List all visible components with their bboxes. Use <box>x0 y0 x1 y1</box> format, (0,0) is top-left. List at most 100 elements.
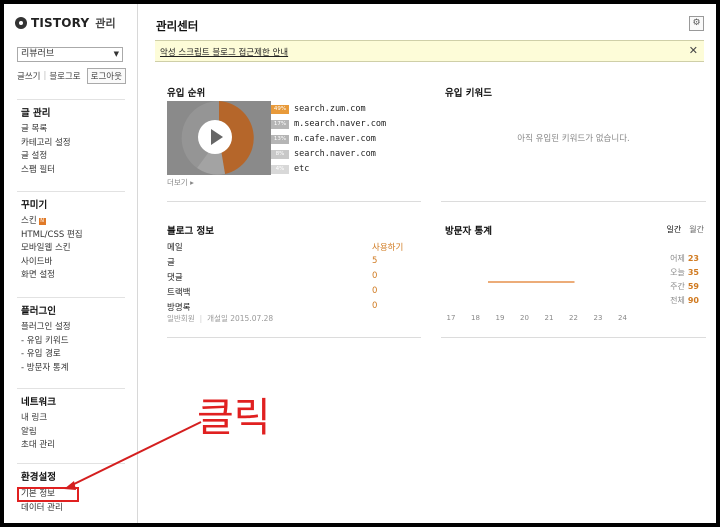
x-tick-label: 21 <box>545 314 554 322</box>
close-icon[interactable]: ✕ <box>689 44 698 57</box>
brand-name: TISTORY <box>31 16 90 30</box>
blog-info-value[interactable]: 사용하기 <box>372 241 403 253</box>
menu-group-plugins: 플러그인 플러그인 설정 - 유입 키워드 - 유입 경로 - 방문자 통계 <box>4 297 138 376</box>
blog-select[interactable]: 리뷰러브 ▼ <box>17 47 123 62</box>
divider <box>17 388 125 389</box>
sidebar-item-basic-info[interactable]: 기본 정보 <box>17 487 79 502</box>
sidebar-item-screen[interactable]: 화면 설정 <box>21 269 138 283</box>
created-date: 개설일 2015.07.28 <box>207 314 274 323</box>
sidebar-item-post-settings[interactable]: 글 설정 <box>21 150 138 164</box>
blog-meta: 일반회원 | 개설일 2015.07.28 <box>167 313 273 324</box>
referrer-title: 유입 순위 <box>167 88 206 99</box>
member-type: 일반회원 <box>167 314 195 323</box>
divider <box>17 463 125 464</box>
menu-group-title: 글 관리 <box>21 108 51 119</box>
sidebar-item-html-css[interactable]: HTML/CSS 편집 <box>21 229 138 243</box>
referrer-row[interactable]: 13% m.cafe.naver.com <box>271 133 376 145</box>
chevron-down-icon: ▼ <box>113 50 119 58</box>
admin-label: 관리 <box>95 17 116 30</box>
sidebar-item-category[interactable]: 카테고리 설정 <box>21 137 138 151</box>
divider <box>17 99 125 100</box>
write-link[interactable]: 글쓰기 <box>17 70 40 82</box>
x-tick-label: 17 <box>447 314 456 322</box>
main-content: 관리센터 ⚙ 악성 스크립트 블로그 접근제한 안내 ✕ 유입 순위 더보기 ▸… <box>139 4 716 523</box>
referrer-host: m.cafe.naver.com <box>294 134 376 144</box>
divider <box>167 201 421 202</box>
menu-group-design: 꾸미기 스킨 N HTML/CSS 편집 모바일웹 스킨 사이드바 화면 설정 <box>4 191 138 283</box>
divider <box>441 337 706 338</box>
blog-info-title: 블로그 정보 <box>167 226 215 237</box>
page-title: 관리센터 <box>156 19 199 33</box>
blog-info-row: 글5 <box>167 256 405 268</box>
sidebar-item-data-management[interactable]: 데이터 관리 <box>21 502 138 516</box>
blog-info-label: 트랙백 <box>167 288 191 298</box>
blog-info-value: 0 <box>372 286 378 296</box>
visitor-summary-label: 오늘 <box>670 268 685 277</box>
logo[interactable]: TISTORY 관리 <box>15 15 116 31</box>
visitor-summary-value: 35 <box>687 268 699 277</box>
divider <box>17 191 125 192</box>
sidebar-item-skin[interactable]: 스킨 N <box>21 215 138 229</box>
blog-select-value: 리뷰러브 <box>21 49 55 59</box>
menu-group-network: 네트워크 내 링크 알림 초대 관리 <box>4 388 138 453</box>
visitor-summary-row: 어제 23 <box>639 253 699 264</box>
referrer-row[interactable]: 17% m.search.naver.com <box>271 118 386 130</box>
sidebar-item-plugin-settings[interactable]: 플러그인 설정 <box>21 321 138 335</box>
tistory-logo-icon <box>15 17 27 29</box>
percent-badge: 49% <box>271 104 289 114</box>
sidebar-item-invites[interactable]: 초대 관리 <box>21 439 138 453</box>
divider: | <box>43 71 47 81</box>
divider <box>441 201 706 202</box>
sidebar-item-inbound-path[interactable]: - 유입 경로 <box>21 348 138 362</box>
sidebar-item-spam-filter[interactable]: 스팸 필터 <box>21 164 138 178</box>
logout-button[interactable]: 로그아웃 <box>86 68 126 84</box>
blog-info-label: 방명록 <box>167 303 191 313</box>
blog-info-value: 0 <box>372 301 378 311</box>
sidebar-item-inbound-keywords[interactable]: - 유입 키워드 <box>21 335 138 349</box>
percent-badge: 17% <box>271 119 289 129</box>
blog-info-row: 방명록 0 <box>167 301 405 313</box>
sidebar-item-notifications[interactable]: 알림 <box>21 426 138 440</box>
period-toggle: 일간 월간 <box>667 224 704 235</box>
tab-daily[interactable]: 일간 <box>667 225 682 234</box>
x-tick-label: 24 <box>618 314 627 322</box>
visitor-summary-label: 전체 <box>670 296 685 305</box>
notice-link[interactable]: 악성 스크립트 블로그 접근제한 안내 <box>160 46 288 58</box>
play-icon[interactable] <box>198 120 232 154</box>
x-tick-label: 23 <box>594 314 603 322</box>
referrer-pie-chart[interactable] <box>167 101 271 175</box>
referrer-row[interactable]: 8% search.naver.com <box>271 148 376 160</box>
sidebar-item-sidebar[interactable]: 사이드바 <box>21 256 138 270</box>
sidebar: TISTORY 관리 리뷰러브 ▼ 글쓰기 | 블로그로 로그아웃 글 관리 글… <box>4 4 138 523</box>
referrer-row[interactable]: 49% search.zum.com <box>271 103 366 115</box>
menu-group-title: 환경설정 <box>21 472 56 483</box>
visitor-summary-row: 오늘 35 <box>639 267 699 278</box>
referrer-host: etc <box>294 164 310 174</box>
more-link[interactable]: 더보기 ▸ <box>167 177 194 188</box>
visitor-summary-label: 주간 <box>670 282 685 291</box>
sidebar-item-my-links[interactable]: 내 링크 <box>21 412 138 426</box>
percent-badge: 13% <box>271 134 289 144</box>
notice-bar: 악성 스크립트 블로그 접근제한 안내 ✕ <box>155 40 704 62</box>
tab-monthly[interactable]: 월간 <box>689 225 704 234</box>
sidebar-item-label: 스킨 <box>21 216 37 226</box>
x-tick-label: 18 <box>471 314 480 322</box>
sidebar-item-mobile-skin[interactable]: 모바일웹 스킨 <box>21 242 138 256</box>
visitor-line-chart: 17 18 19 20 21 22 23 24 <box>447 281 627 322</box>
gear-icon: ⚙ <box>692 18 701 28</box>
sidebar-item-post-list[interactable]: 글 목록 <box>21 123 138 137</box>
x-tick-label: 19 <box>496 314 505 322</box>
settings-button[interactable]: ⚙ <box>689 16 704 31</box>
blog-info-value: 0 <box>372 271 378 281</box>
keywords-title: 유입 키워드 <box>445 88 493 99</box>
sidebar-item-visitor-stats[interactable]: - 방문자 통계 <box>21 362 138 376</box>
blog-info-value: 5 <box>372 256 378 266</box>
blog-info-label: 메일 <box>167 243 183 253</box>
new-badge: N <box>38 218 46 225</box>
visitor-summary-value: 23 <box>687 254 699 263</box>
referrer-row[interactable]: 4% etc <box>271 163 309 175</box>
menu-group-posts: 글 관리 글 목록 카테고리 설정 글 설정 스팸 필터 <box>4 99 138 178</box>
go-blog-link[interactable]: 블로그로 <box>49 70 80 82</box>
blog-info-row: 메일 사용하기 <box>167 241 405 253</box>
visitor-summary-value: 59 <box>687 282 699 291</box>
